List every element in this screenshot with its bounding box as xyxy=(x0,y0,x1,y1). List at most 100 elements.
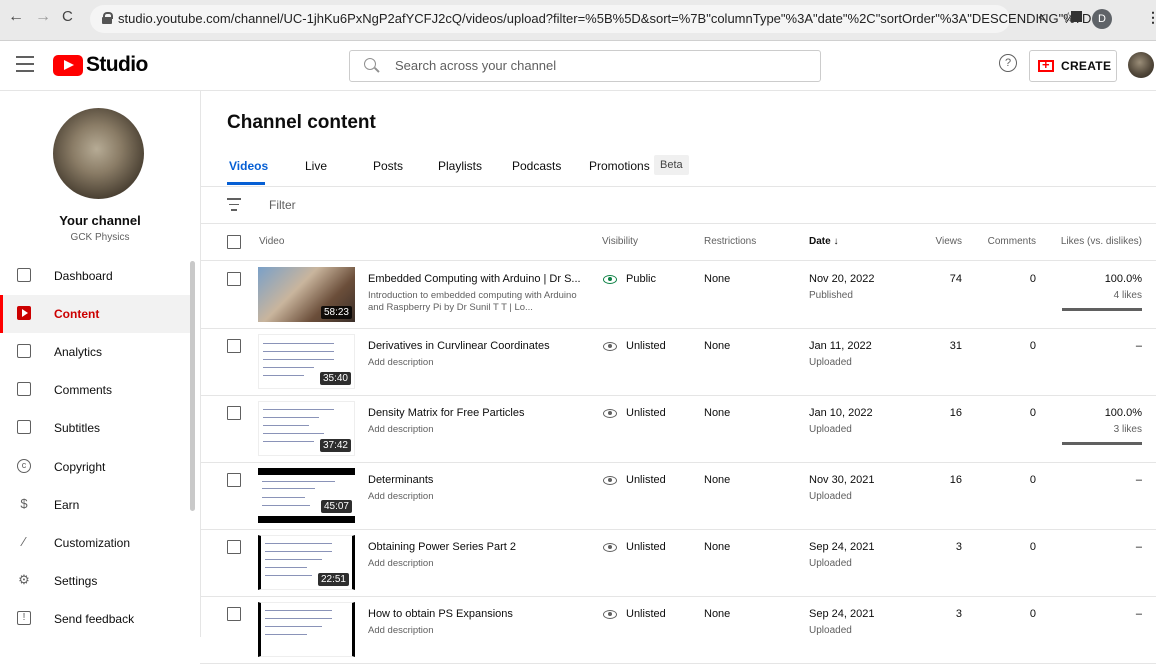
tab-posts[interactable]: Posts xyxy=(373,159,403,173)
visibility-cell[interactable]: Unlisted xyxy=(603,407,666,419)
tab-playlists[interactable]: Playlists xyxy=(438,159,482,173)
sidebar-item-analytics[interactable]: Analytics xyxy=(0,333,192,371)
help-icon[interactable]: ? xyxy=(999,54,1017,72)
row-checkbox[interactable] xyxy=(227,406,241,420)
video-thumbnail[interactable]: 22:51 xyxy=(258,535,355,590)
video-title[interactable]: Obtaining Power Series Part 2 xyxy=(368,541,516,553)
duration-badge: 58:23 xyxy=(320,306,352,319)
date-status: Uploaded xyxy=(809,625,852,636)
unlisted-eye-icon xyxy=(603,542,617,552)
row-checkbox[interactable] xyxy=(227,607,241,621)
table-row[interactable]: 37:42 Density Matrix for Free Particles … xyxy=(200,395,1156,463)
share-icon[interactable]: < xyxy=(1038,9,1046,25)
video-title[interactable]: Determinants xyxy=(368,474,433,486)
table-row[interactable]: 22:51 Obtaining Power Series Part 2 Add … xyxy=(200,529,1156,597)
visibility-cell[interactable]: Unlisted xyxy=(603,608,666,620)
date-cell: Jan 10, 2022 xyxy=(809,407,873,419)
customization-icon: ⁄ xyxy=(22,534,26,549)
sidepanel-icon[interactable] xyxy=(1071,11,1082,22)
row-checkbox[interactable] xyxy=(227,339,241,353)
column-comments[interactable]: Comments xyxy=(986,236,1036,247)
create-button[interactable]: CREATE xyxy=(1029,50,1117,82)
menu-icon[interactable] xyxy=(16,56,34,77)
filter-bar[interactable]: Filter xyxy=(200,187,1156,224)
video-thumbnail[interactable] xyxy=(258,602,355,657)
subtitles-icon xyxy=(17,420,31,434)
video-title[interactable]: Density Matrix for Free Particles xyxy=(368,407,524,419)
forward-icon[interactable]: → xyxy=(35,8,51,26)
column-restrictions[interactable]: Restrictions xyxy=(704,236,756,247)
like-ratio-bar xyxy=(1062,308,1142,311)
video-title[interactable]: How to obtain PS Expansions xyxy=(368,608,513,620)
youtube-logo-icon xyxy=(53,54,83,76)
account-avatar[interactable] xyxy=(1128,52,1154,78)
video-description: Introduction to embedded computing with … xyxy=(368,290,577,313)
comments-icon xyxy=(17,382,31,396)
sidebar-scrollbar[interactable] xyxy=(190,261,195,511)
sidebar-item-content[interactable]: Content xyxy=(0,295,192,333)
filter-icon[interactable] xyxy=(227,198,241,215)
video-thumbnail[interactable]: 35:40 xyxy=(258,334,355,389)
search-input[interactable]: Search across your channel xyxy=(349,50,821,82)
visibility-cell[interactable]: Unlisted xyxy=(603,340,666,352)
video-description[interactable]: Add description xyxy=(368,357,578,369)
row-checkbox[interactable] xyxy=(227,473,241,487)
sidebar-item-send-feedback[interactable]: ! Send feedback xyxy=(0,600,192,638)
sidebar-item-settings[interactable]: ⚙ Settings xyxy=(0,562,192,600)
tab-videos[interactable]: Videos xyxy=(229,159,268,173)
analytics-icon xyxy=(17,344,31,358)
table-row[interactable]: How to obtain PS Expansions Add descript… xyxy=(200,596,1156,664)
tab-live[interactable]: Live xyxy=(305,159,327,173)
column-visibility[interactable]: Visibility xyxy=(602,236,638,247)
comments-cell: 0 xyxy=(1029,340,1036,352)
visibility-cell[interactable]: Unlisted xyxy=(603,541,666,553)
video-thumbnail[interactable]: 58:23 xyxy=(258,267,355,322)
sidebar-item-customization[interactable]: ⁄ Customization xyxy=(0,524,192,562)
column-date-sort[interactable]: Date ↓ xyxy=(809,236,838,247)
date-cell: Sep 24, 2021 xyxy=(809,608,875,620)
unlisted-eye-icon xyxy=(603,475,617,485)
filter-input[interactable]: Filter xyxy=(269,198,296,212)
visibility-cell[interactable]: Public xyxy=(603,273,656,285)
beta-badge: Beta xyxy=(654,155,689,175)
comments-cell: 0 xyxy=(1029,541,1036,553)
row-checkbox[interactable] xyxy=(227,540,241,554)
browser-menu-icon[interactable]: ⋮ xyxy=(1146,9,1156,26)
video-title[interactable]: Embedded Computing with Arduino | Dr S..… xyxy=(368,273,581,285)
sidebar-item-dashboard[interactable]: Dashboard xyxy=(0,257,192,295)
reload-icon[interactable]: C xyxy=(62,8,73,25)
studio-logo[interactable]: Studio xyxy=(53,53,148,77)
back-icon[interactable]: ← xyxy=(8,8,24,26)
visibility-cell[interactable]: Unlisted xyxy=(603,474,666,486)
sidebar-item-subtitles[interactable]: Subtitles xyxy=(0,409,192,447)
table-row[interactable]: 45:07 Determinants Add description Unlis… xyxy=(200,462,1156,530)
content-icon xyxy=(17,306,31,320)
likes-cell: – xyxy=(1135,474,1142,486)
sidebar-item-comments[interactable]: Comments xyxy=(0,371,192,409)
table-row[interactable]: 58:23 Embedded Computing with Arduino | … xyxy=(200,261,1156,329)
tab-podcasts[interactable]: Podcasts xyxy=(512,159,561,173)
column-views[interactable]: Views xyxy=(930,236,963,247)
column-likes[interactable]: Likes (vs. dislikes) xyxy=(1046,236,1142,247)
select-all-checkbox[interactable] xyxy=(227,235,241,249)
video-thumbnail[interactable]: 45:07 xyxy=(258,468,355,523)
tab-promotions[interactable]: Promotions xyxy=(589,159,650,173)
browser-profile-avatar[interactable]: D xyxy=(1092,9,1112,29)
video-description[interactable]: Add description xyxy=(368,424,578,436)
address-bar[interactable]: studio.youtube.com/channel/UC-1jhKu6PxNg… xyxy=(90,5,1091,33)
sidebar-item-earn[interactable]: $ Earn xyxy=(0,486,192,524)
earn-icon: $ xyxy=(20,496,28,511)
table-header: Video Visibility Restrictions Date ↓ Vie… xyxy=(200,224,1156,261)
channel-avatar[interactable] xyxy=(53,108,144,199)
video-description[interactable]: Add description xyxy=(368,558,578,570)
date-status: Uploaded xyxy=(809,558,852,569)
sidebar-item-copyright[interactable]: c Copyright xyxy=(0,448,192,486)
video-description[interactable]: Add description xyxy=(368,491,578,503)
video-description[interactable]: Add description xyxy=(368,625,578,637)
duration-badge: 22:51 xyxy=(317,573,349,586)
video-thumbnail[interactable]: 37:42 xyxy=(258,401,355,456)
row-checkbox[interactable] xyxy=(227,272,241,286)
comments-cell: 0 xyxy=(1029,474,1036,486)
table-row[interactable]: 35:40 Derivatives in Curvlinear Coordina… xyxy=(200,328,1156,396)
video-title[interactable]: Derivatives in Curvlinear Coordinates xyxy=(368,340,550,352)
